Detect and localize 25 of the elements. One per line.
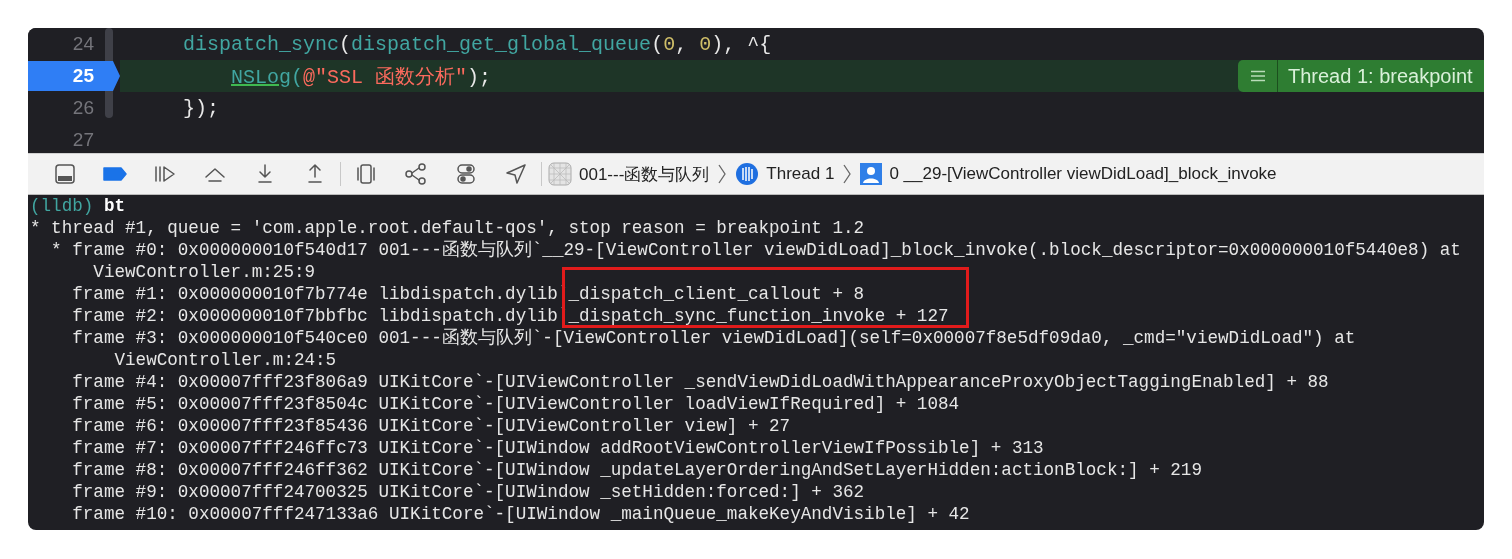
console-line: ViewController.m:24:5 (113, 350, 337, 370)
console-line: frame #6: 0x00007fff23f85436 UIKitCore`-[UIViewController view] + 27 (71, 416, 791, 436)
line-number: 27 (71, 129, 94, 151)
code-line: }); (182, 96, 220, 120)
console-line: frame #10: 0x00007fff247133a6 UIKitCore`-[UIWindow _mainQueue_makeKeyAndVisible] + 42 (71, 504, 970, 524)
console-line: frame #4: 0x00007fff23f806a9 UIKitCore`-[UIViewController _sendViewDidLoadWithAppearanceProxyObjectTaggingEnabled] + 88 (71, 372, 1329, 392)
breakpoint-annotation: Thread 1: breakpoint (1278, 60, 1484, 92)
console-line: * frame #0: 0x000000010f540d17 001---函数与队列`__29-[ViewController viewDidLoad]_block_invoke(.block_descriptor=0x000000010f5440e8) at (50, 240, 1461, 260)
frame-breadcrumb[interactable]: 0 __29-[ViewController viewDidLoad]_block_invoke (860, 163, 1277, 185)
console-line: frame #5: 0x00007fff23f8504c UIKitCore`-[UIViewController loadViewIfRequired] + 1084 (71, 394, 960, 414)
console-line: frame #7: 0x00007fff246ffc73 UIKitCore`-[UIWindow addRootViewControllerViewIfPossible] + 313 (71, 438, 1044, 458)
app-breadcrumb[interactable]: 001---函数与队列 (548, 162, 710, 186)
console-line: * thread #1, queue = 'com.apple.root.default-qos', stop reason = breakpoint 1.2 (30, 218, 865, 238)
code-line: dispatch_sync(dispatch_get_global_queue(0, 0), ^{ (182, 32, 772, 56)
console-line: frame #8: 0x00007fff246ff362 UIKitCore`-[UIWindow _updateLayerOrderingAndSetLayerHidden:actionBlock:] + 219 (71, 460, 1202, 480)
code-line: NSLog(@"SSL 函数分析"); (230, 64, 492, 90)
line-number: 26 (71, 97, 94, 119)
console-line: frame #9: 0x00007fff24700325 UIKitCore`-[UIWindow _setHidden:forced:] + 362 (71, 482, 865, 502)
console-line: frame #3: 0x000000010f540ce0 001---函数与队列`-[ViewController viewDidLoad](self=0x00007f8e5df09da0, _cmd="viewDidLoad") at (71, 328, 1356, 348)
console-command: bt (103, 196, 126, 216)
thread-breadcrumb[interactable]: Thread 1 (735, 162, 835, 186)
console-line: ViewController.m:25:9 (92, 262, 316, 282)
line-number: 24 (71, 33, 94, 55)
breakpoint-marker[interactable]: 25 (28, 61, 120, 91)
console-prompt: (lldb) (30, 196, 94, 216)
